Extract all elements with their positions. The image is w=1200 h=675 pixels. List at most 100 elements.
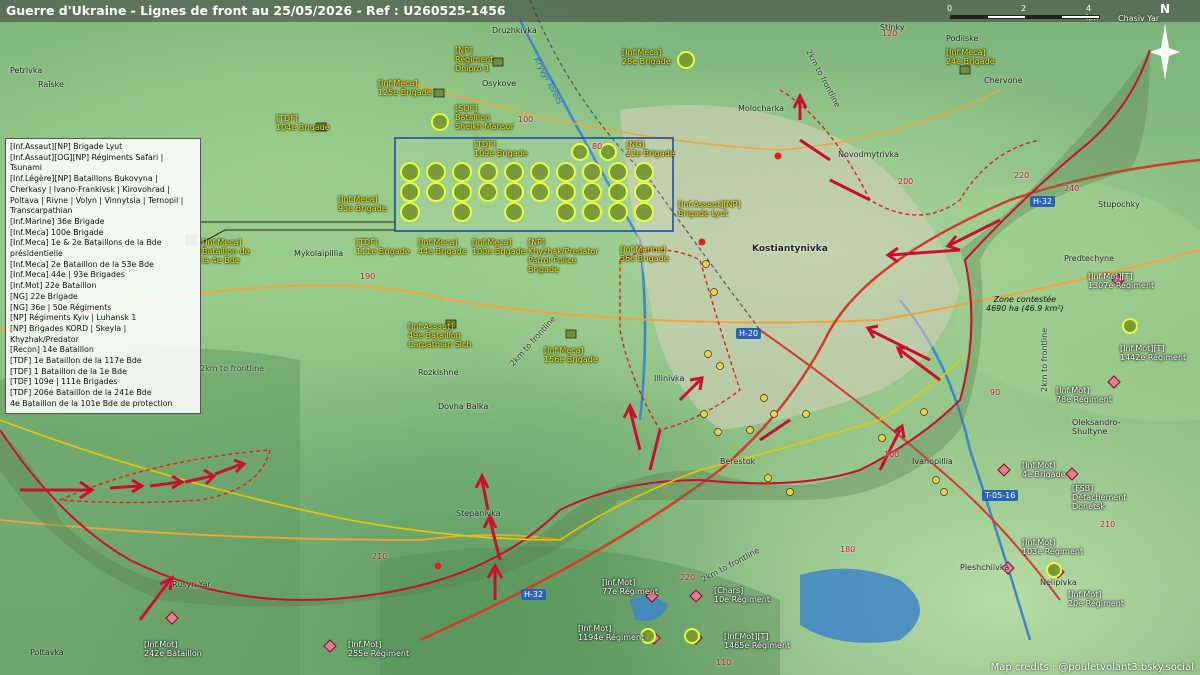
legend-entry: [TDF] 206e Bataillon de la 241e Bde [10,388,152,398]
place-label: Podilske [946,34,979,43]
ua-unit-label[interactable]: [NP] Régiment Dnipro-1 [455,46,493,73]
ua-unit-label[interactable]: [Inf.Assaut][NP] Brigade Lyut [678,200,740,218]
road-number: 200 [898,177,914,186]
road-number: 220 [1014,171,1030,180]
ua-unit-label[interactable]: [Inf.Marine] 36e Brigade [620,245,669,263]
ru-unit-label[interactable]: [Inf.Mot] 77e Régiment [602,578,658,596]
scale-label-zero: 0 [947,4,953,13]
scale-label-four: 4 km [1086,4,1098,22]
place-label: Pleshchiivka [960,563,1010,572]
legend-entry: [NG] 36e | 50e Régiments [10,302,112,312]
ru-unit-label[interactable]: [Inf.Mot] 255e Régiment [348,640,409,658]
place-label: Illinivka [654,374,685,383]
legend-entry: [Inf.Meca] 44e | 93e Brigades [10,270,125,280]
ua-unit-label[interactable]: [NG] 22e Brigade [626,140,675,158]
place-label: Kostiantynivka [752,244,828,254]
ua-unit-label[interactable]: [TDF] 109e Brigade [474,140,528,158]
place-label: Poltavka [30,648,64,657]
map-title: Guerre d'Ukraine - Lignes de front au 25… [6,3,506,18]
scale-label-two: 2 [1021,4,1027,13]
place-label: Oleksandro- Shultyne [1072,418,1121,436]
ua-unit-label[interactable]: [Inf.Meca] Bataillon de la 4e Bde [202,238,250,265]
map-canvas[interactable]: Guerre d'Ukraine - Lignes de front au 25… [0,0,1200,675]
ua-unit-label[interactable]: [TDF] 104e Brigade [276,114,330,132]
road-number: 220 [680,573,696,582]
place-label: Rozkishne [418,368,459,377]
ru-unit-label[interactable]: [Inf.Mot] 20e Régiment [1068,590,1124,608]
legend-entry: [Inf.Mot] 22e Bataillon [10,281,97,291]
legend-entry: [TDF] 109e | 111e Brigades [10,377,118,387]
ua-unit-label[interactable]: [NP] Khyzhak/Predator Patrol Police Brig… [528,238,599,274]
road-number: 240 [1064,184,1080,193]
ru-unit-label[interactable]: [Inf.Mot][T] 1307e Régiment [1088,272,1154,290]
road-number: 210 [1100,520,1116,529]
legend-entry: [NG] 22e Brigade [10,291,78,301]
road-number: 100 [518,115,534,124]
unit-legend: [Inf.Assaut][NP] Brigade Lyut [Inf.Assau… [5,138,201,414]
ua-unit-label[interactable]: [Inf.Meca] 44e Brigade [418,238,467,256]
road-number: 110 [716,658,732,667]
place-label: Rusyn Yar [172,580,211,589]
ru-unit-label[interactable]: [Inf.Mot][T] 1442e Régiment [1120,344,1186,362]
ua-unit-label[interactable]: [Inf.Assaut] 49e Bataillon Carpathian Si… [408,322,471,349]
ru-unit-label[interactable]: [FSB] Détachement Donetsk [1072,484,1126,511]
road-number: 180 [840,545,856,554]
map-credits: Map credits : @pouletvolant3.bsky.social [990,662,1194,673]
legend-entry: [TDF] 1e Bataillon de la 117e Bde [10,356,142,366]
road-number: 80 [592,142,603,151]
legend-entry: [Inf.Assaut][NP] Brigade Lyut [10,142,123,151]
legend-entry: [Inf.Marine] 36e Brigade [10,216,105,226]
place-label: Dovha Balka [438,402,489,411]
frontline-distance-label: 2km to frontline [200,364,265,373]
ru-unit-label[interactable]: [Inf.Mot] 78e Régiment [1056,386,1112,404]
ua-unit-label[interactable]: [TDF] 111e Brigade [356,238,410,256]
place-label: Mykolaipillia [294,249,344,258]
ua-unit-label[interactable]: [SOF] Bataillon Sheikh Mansur [455,104,514,131]
ru-unit-label[interactable]: [Inf.Mot] 103e Régiment [1022,538,1083,556]
legend-entry: [Inf.Assaut][OG][NP] Régiments Safari | … [10,152,164,173]
road-number: 210 [372,552,388,561]
legend-entry: [Inf.Meca] 2e Bataillon de la 53e Bde [10,259,154,269]
place-label: Novodmytrivka [838,150,899,159]
place-label: Chasiv Yar [1118,14,1160,23]
highway-shield: H-32 [1030,196,1056,207]
scale-ruler [950,15,1100,19]
lake [800,568,920,643]
road-number: 190 [360,272,376,281]
legend-entry: [Inf.Meca] 100e Brigade [10,227,104,237]
highway-shield: H-32 [521,589,547,600]
legend-entry: [TDF] 1 Bataillon de la 1e Bde [10,366,127,376]
place-label: Osykove [482,79,517,88]
place-label: Berestok [720,457,756,466]
ua-unit-label[interactable]: [Inf.Meca] 125e Brigade [378,79,432,97]
place-label: Stepanivka [456,509,501,518]
ua-unit-label[interactable]: [Inf.Meca] 156e Brigade [544,346,598,364]
place-label: Ivanopillia [912,457,953,466]
legend-entry: [NP] Régiments Kyiv | Luhansk 1 [10,313,137,323]
frontline-distance-label: 2km to frontline [1040,327,1049,392]
road-number: 90 [990,388,1001,397]
ru-unit-label[interactable]: [Inf.Mot][T] 1465e Régiment [724,632,790,650]
legend-entry: 4e Bataillon de la 101e Bde de protectio… [10,398,173,408]
place-label: Molocharka [738,104,784,113]
compass-rose-icon [1150,24,1180,80]
ua-unit-label[interactable]: [Inf.Meca] 93e Brigade [338,195,387,213]
place-label: Stupochky [1098,200,1140,209]
highway-shield: H-20 [736,328,762,339]
highway-shield: T-05-16 [982,490,1019,501]
place-label: Predtechyne [1064,254,1115,263]
ua-unit-label[interactable]: [Inf.Meca] 28e Brigade [622,48,671,66]
place-label: Rai̇̈ske [38,80,64,89]
ru-unit-label[interactable]: [Inf.Mot] 242e Bataillon [144,640,202,658]
ua-unit-label[interactable]: [Inf.Meca] 100e Brigade [472,238,526,256]
ru-unit-label[interactable]: [Chars] 10e Régiment [714,586,770,604]
ua-unit-label[interactable]: [Inf.Meca] 24e Brigade [946,48,995,66]
place-label: Chervone [984,76,1023,85]
legend-entry: [Recon] 14e Bataillon [10,345,94,355]
legend-entry: [Inf.Meca] 1e & 2e Bataillons de la Bde … [10,238,162,259]
place-label: Druzhkivka [492,26,537,35]
ru-unit-label[interactable]: [Inf.Mot] 4e Brigade [1022,461,1066,479]
ru-unit-label[interactable]: [Inf.Mot] 1194e Régiment [578,624,644,642]
road-number: 120 [882,29,898,38]
place-label: Petrivka [10,66,43,75]
